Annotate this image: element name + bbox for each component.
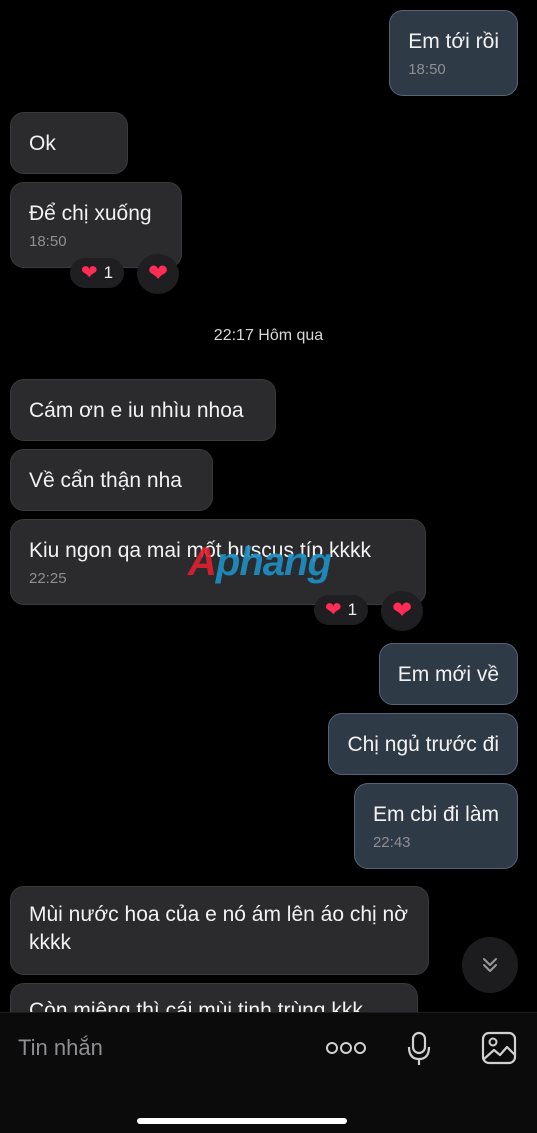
message-bubble-outgoing[interactable]: Em mới về [378,643,518,705]
message-bubble-incoming[interactable]: Ok [10,112,128,174]
heart-icon: ❤ [147,260,169,287]
date-separator: 22:17 Hôm qua [213,327,324,344]
chevron-down-icon [483,958,497,972]
heart-icon: ❤ [324,599,342,621]
reaction-count-badge[interactable]: ❤ 1 [70,258,124,288]
message-text: Ok [29,132,56,155]
message-text: Em tới rồi [408,30,499,53]
my-reaction-badge[interactable]: ❤ [137,254,179,294]
message-text: Cám ơn e iu nhìu nhoa [29,399,244,422]
heart-icon: ❤ [391,597,413,624]
more-icon[interactable] [325,1041,367,1055]
message-text: Em cbi đi làm [372,803,499,826]
scroll-to-bottom-button[interactable] [462,937,518,993]
message-input[interactable]: Tin nhắn [18,1035,103,1061]
my-reaction-badge[interactable]: ❤ [381,591,423,631]
message-bubble-incoming[interactable]: Mùi nước hoa của e nó ám lên áo chị nờ k… [10,886,429,975]
message-bubble-outgoing[interactable]: Chị ngủ trước đi [328,713,518,775]
message-text: Em mới về [397,663,499,686]
home-indicator [137,1118,347,1124]
message-time: 18:50 [408,61,446,78]
reaction-count: 1 [103,263,114,282]
message-composer: Tin nhắn [0,1012,537,1133]
message-bubble-incoming[interactable]: Về cẩn thận nha [10,449,213,511]
image-icon[interactable] [481,1031,517,1065]
message-time: 18:50 [29,233,67,250]
message-text: Để chị xuống [29,202,152,225]
reaction-count: 1 [347,600,358,619]
message-bubble-outgoing[interactable]: Em cbi đi làm 22:43 [353,783,518,869]
message-text: Về cẩn thận nha [29,469,182,492]
microphone-icon[interactable] [407,1031,431,1067]
message-bubble-outgoing[interactable]: Em tới rồi 18:50 [389,10,518,96]
heart-icon: ❤ [80,262,98,284]
reaction-count-badge[interactable]: ❤ 1 [314,595,368,625]
message-text: Chị ngủ trước đi [347,733,499,756]
message-time: 22:43 [372,834,411,851]
message-text: Mùi nước hoa của e nó ám lên áo chị nờ k… [29,903,408,954]
message-bubble-incoming[interactable]: Cám ơn e iu nhìu nhoa [10,379,276,441]
watermark-logo: Aphang [188,540,332,584]
